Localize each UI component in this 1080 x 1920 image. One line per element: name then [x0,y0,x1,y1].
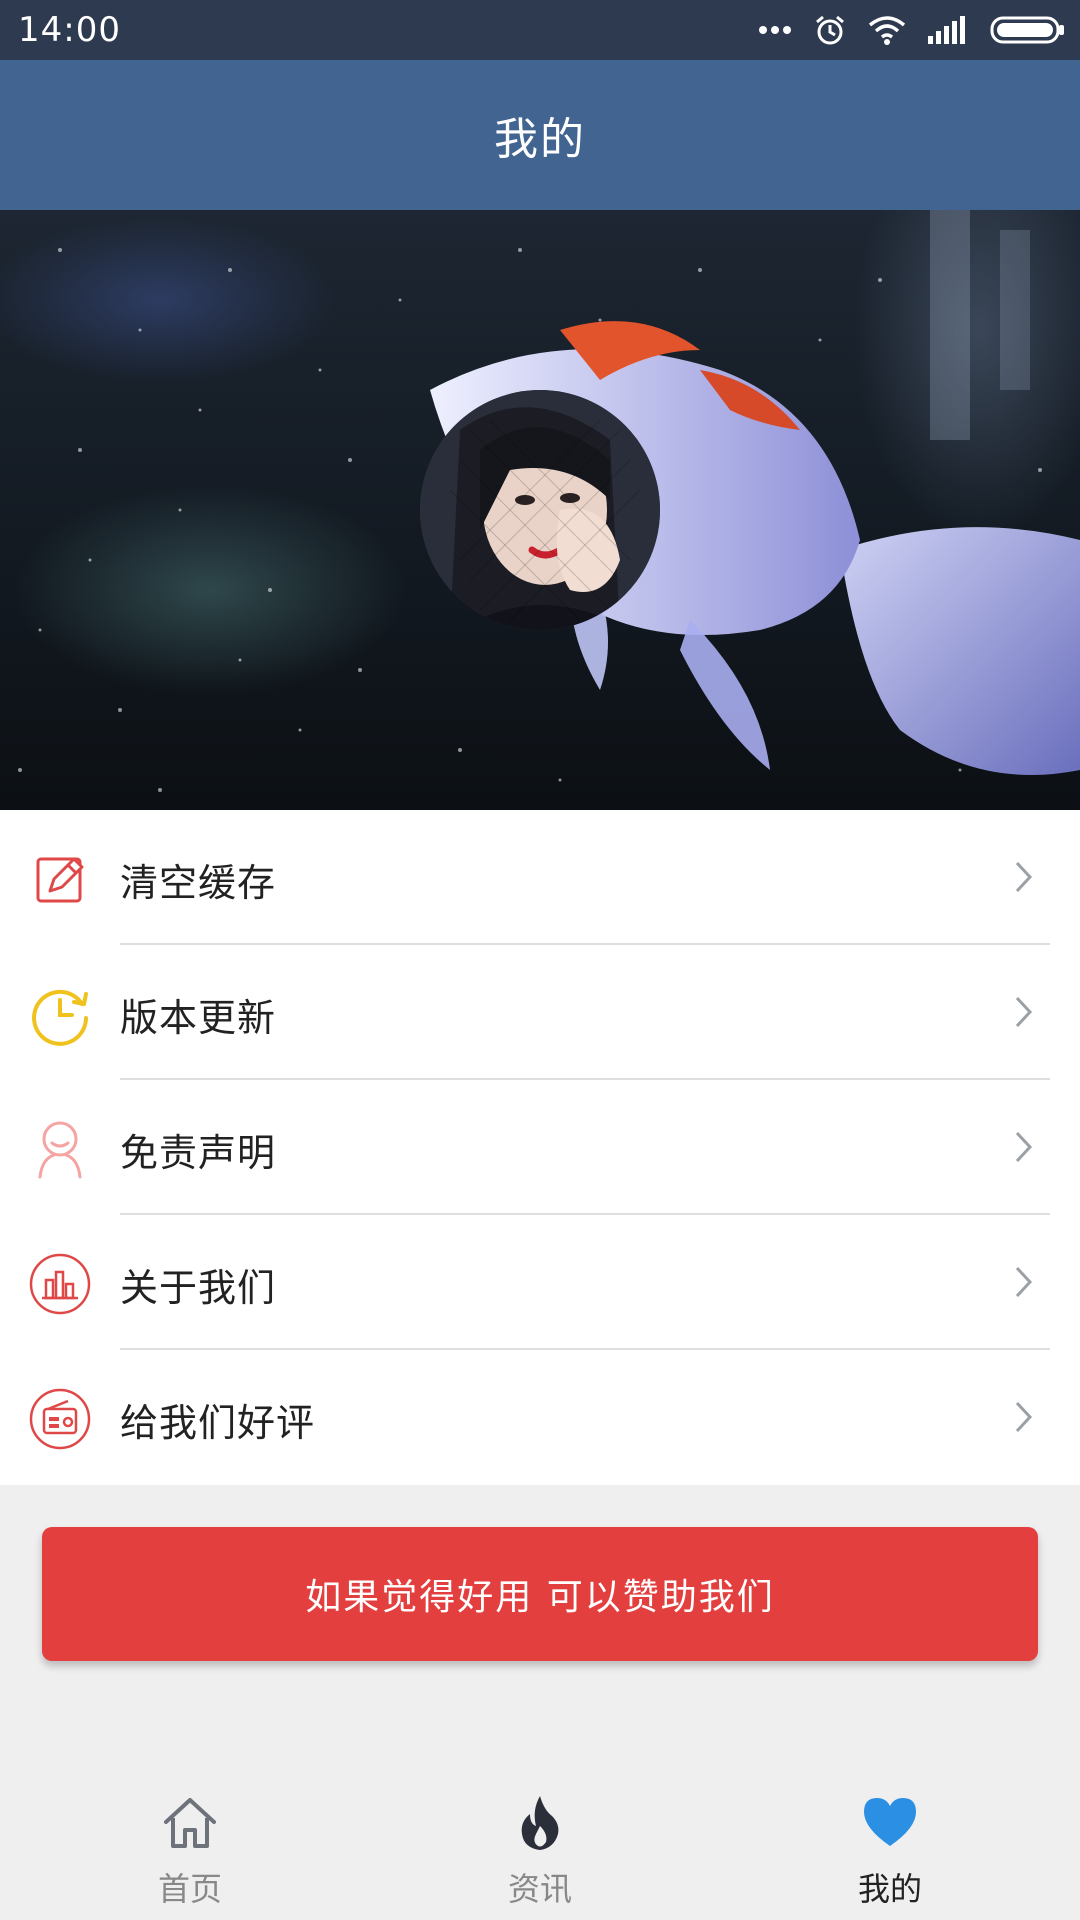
tab-label: 我的 [857,1870,922,1908]
chevron-right-icon [1015,1131,1033,1163]
chevron-right-icon [1015,861,1033,893]
tab-label: 首页 [157,1870,222,1908]
bottom-nav: 首页 资讯 我的 [0,1770,1080,1920]
menu-item-clear-cache[interactable]: 清空缓存 [0,810,1080,945]
status-bar: 14:00 [0,0,1080,60]
status-time: 14:00 [18,10,121,50]
more-dots-icon [759,26,791,34]
heart-icon [864,1798,916,1846]
battery-icon [990,16,1064,44]
menu-item-label: 给我们好评 [120,1401,316,1445]
profile-banner [0,210,1080,810]
menu-item-version-update[interactable]: 版本更新 [0,945,1080,1080]
tab-mine[interactable]: 我的 [790,1770,990,1920]
menu-item-label: 免责声明 [120,1131,277,1175]
clock-icon [32,989,88,1046]
menu-item-about-us[interactable]: 关于我们 [0,1215,1080,1350]
chevron-right-icon [1015,1266,1033,1298]
avatar-image [420,390,660,630]
wifi-icon [868,16,906,45]
tab-news[interactable]: 资讯 [440,1770,640,1920]
avatar[interactable] [420,390,660,630]
menu-item-label: 清空缓存 [120,861,277,905]
bar-chart-icon [29,1253,91,1315]
flame-icon [521,1796,559,1850]
page-title: 我的 [494,114,586,165]
edit-icon [36,857,84,903]
menu-item-label: 关于我们 [120,1266,277,1310]
menu-item-label: 版本更新 [120,996,277,1040]
donate-button[interactable]: 如果觉得好用 可以赞助我们 [42,1527,1038,1661]
home-icon [164,1798,216,1848]
person-icon [38,1121,82,1179]
signal-icon [928,16,965,44]
tab-label: 资讯 [507,1870,572,1908]
menu-item-rate-us[interactable]: 给我们好评 [0,1350,1080,1485]
chevron-right-icon [1015,1401,1033,1433]
tab-home[interactable]: 首页 [90,1770,290,1920]
title-bar: 我的 [0,60,1080,210]
alarm-icon [816,15,844,45]
status-icons [758,10,1066,50]
settings-menu: 清空缓存 版本更新 免责声明 关于我们 给我们好评 [0,810,1080,1485]
radio-icon [29,1388,91,1450]
menu-item-disclaimer[interactable]: 免责声明 [0,1080,1080,1215]
chevron-right-icon [1015,996,1033,1028]
